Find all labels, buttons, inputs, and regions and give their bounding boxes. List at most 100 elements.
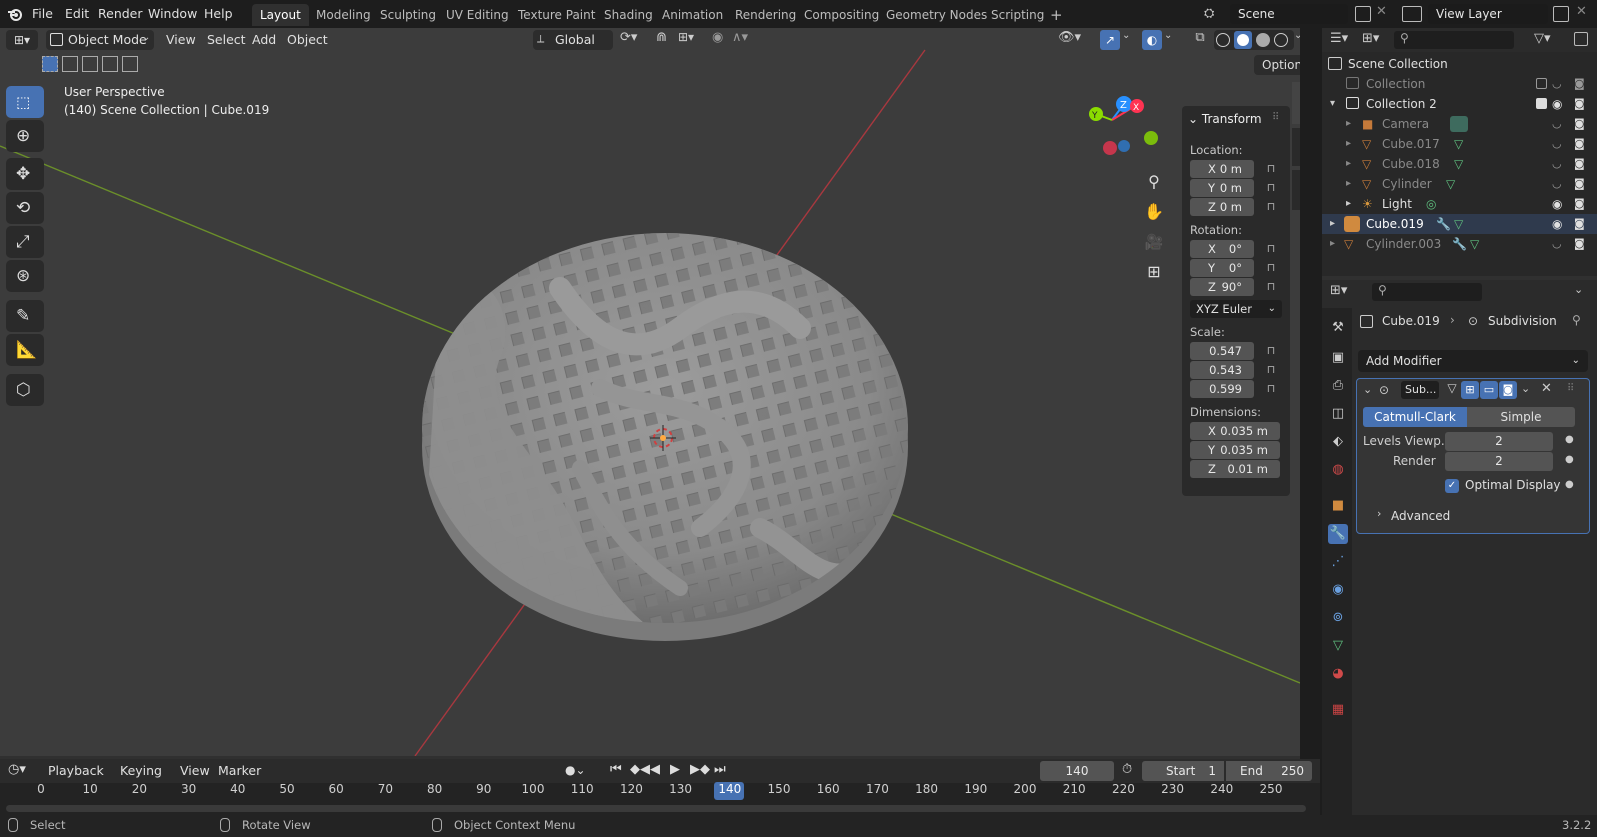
falloff-icon[interactable]: ∧▾	[732, 30, 758, 50]
tool-settings-tab-icon[interactable]: ⚒	[1328, 318, 1348, 338]
menu-file[interactable]: File	[32, 4, 53, 24]
tab-shading[interactable]: Shading	[596, 4, 661, 26]
camera-render-icon[interactable]: ◙	[1574, 194, 1585, 214]
levels-viewport-field[interactable]: 2	[1445, 432, 1553, 451]
object-tab-icon[interactable]: ■	[1328, 496, 1348, 516]
measure-tool[interactable]: 📐	[6, 334, 44, 366]
chevron-right-icon[interactable]: ▸	[1346, 194, 1351, 214]
timeline-menu-marker[interactable]: Marker	[218, 761, 261, 781]
editor-type-icon[interactable]: ⊞▾	[6, 30, 38, 50]
properties-search-input[interactable]: ⚲	[1372, 283, 1482, 301]
tab-view[interactable]: View	[1292, 170, 1300, 210]
remove-scene-icon[interactable]: ✕	[1376, 4, 1387, 19]
camera-render-icon[interactable]: ◙	[1574, 134, 1585, 154]
physics-tab-icon[interactable]: ◉	[1328, 580, 1348, 600]
scale-z-field[interactable]: 0.599	[1190, 380, 1254, 398]
breadcrumb-modifier[interactable]: Subdivision	[1488, 314, 1557, 328]
outliner-row-cube-019[interactable]: ▸ Cube.019 🔧 ▽ ◉ ◙	[1322, 214, 1597, 234]
optimal-display-checkbox[interactable]: ✓	[1445, 479, 1459, 493]
drag-handle-icon[interactable]: ⠿	[1567, 383, 1574, 394]
filter-icon[interactable]: ▽▾	[1534, 31, 1551, 46]
outliner-row-cube-018[interactable]: ▸ ▽ Cube.018 ▽ ◡ ◙	[1322, 154, 1597, 174]
viewport-display-toggle-icon[interactable]: ▭	[1480, 381, 1498, 399]
scale-x-field[interactable]: 0.547	[1190, 342, 1254, 360]
viewport-menu-select[interactable]: Select	[207, 30, 246, 50]
breadcrumb-object[interactable]: Cube.019	[1382, 314, 1440, 328]
mesh-data-icon[interactable]: ▽	[1446, 174, 1455, 194]
orientation-dropdown[interactable]: ⟂ Global	[533, 30, 613, 50]
rotation-mode-dropdown[interactable]: XYZ Euler ⌄	[1190, 300, 1282, 318]
eye-icon[interactable]: ◉	[1552, 94, 1562, 114]
tab-tool[interactable]: Tool	[1292, 128, 1300, 166]
viewport-menu-object[interactable]: Object	[287, 30, 328, 50]
exclude-checkbox[interactable]	[1536, 78, 1547, 89]
viewport-menu-view[interactable]: View	[166, 30, 196, 50]
overlays-dropdown-icon[interactable]: ⌄	[1164, 30, 1176, 50]
blender-logo-icon[interactable]	[6, 5, 24, 23]
tab-sculpting[interactable]: Sculpting	[372, 4, 444, 26]
tab-item[interactable]: Item	[1292, 82, 1300, 124]
zoom-icon[interactable]: ⚲	[1140, 168, 1168, 196]
outliner-editor-icon[interactable]: ☰▾	[1330, 31, 1348, 46]
xray-icon[interactable]: ⧉	[1190, 30, 1210, 50]
snap-target-icon[interactable]: ⊞▾	[678, 30, 704, 50]
eye-closed-icon[interactable]: ◡	[1552, 134, 1562, 154]
tab-modeling[interactable]: Modeling	[308, 4, 379, 26]
outliner-row-cube-017[interactable]: ▸ ▽ Cube.017 ▽ ◡ ◙	[1322, 134, 1597, 154]
advanced-subpanel-header[interactable]: Advanced	[1391, 509, 1450, 523]
rotate-tool[interactable]: ⟲	[6, 192, 44, 224]
chevron-right-icon[interactable]: ▸	[1346, 114, 1351, 134]
wrench-modifier-icon[interactable]: 🔧	[1452, 234, 1467, 254]
scene-icon[interactable]: ⛭	[1204, 4, 1228, 24]
lock-icon[interactable]: ⊓	[1264, 261, 1278, 275]
rendered-shading-icon[interactable]	[1274, 33, 1288, 47]
keyframe-dot-icon[interactable]: ●	[1565, 454, 1574, 465]
camera-render-icon[interactable]: ◙	[1574, 174, 1585, 194]
jump-end-icon[interactable]: ⏭	[714, 762, 726, 777]
remove-view-layer-icon[interactable]: ✕	[1576, 4, 1587, 19]
edit-mode-toggle-icon[interactable]: ▽	[1443, 381, 1461, 399]
chevron-down-icon[interactable]: ⌄	[1574, 283, 1583, 296]
dimensions-x-field[interactable]: X 0.035 m	[1190, 422, 1280, 440]
rotation-z-field[interactable]: Z 90°	[1190, 278, 1254, 296]
chevron-right-icon[interactable]: ▸	[1346, 174, 1351, 194]
tab-geometry-nodes[interactable]: Geometry Nodes	[878, 4, 995, 26]
select-box-tool[interactable]: ⬚	[6, 86, 44, 118]
visibility-icon[interactable]: 👁▾	[1058, 30, 1088, 50]
tab-texture-paint[interactable]: Texture Paint	[510, 4, 603, 26]
ortho-grid-icon[interactable]: ⊞	[1140, 258, 1168, 286]
select-subtract-icon[interactable]	[82, 56, 98, 72]
pan-hand-icon[interactable]: ✋	[1140, 198, 1168, 226]
output-tab-icon[interactable]: ⎙	[1328, 376, 1348, 396]
select-new-icon[interactable]	[42, 56, 58, 72]
dimensions-y-field[interactable]: Y 0.035 m	[1190, 441, 1280, 459]
particles-tab-icon[interactable]: ⋰	[1328, 552, 1348, 572]
properties-editor-icon[interactable]: ⊞▾	[1330, 283, 1347, 298]
select-extend-icon[interactable]	[62, 56, 78, 72]
start-frame-field[interactable]: Start 1	[1142, 761, 1224, 781]
tab-animation[interactable]: Animation	[654, 4, 731, 26]
gizmo-dropdown-icon[interactable]: ⌄	[1122, 30, 1134, 50]
keyframe-dot-icon[interactable]: ●	[1565, 434, 1574, 445]
material-shading-icon[interactable]	[1256, 33, 1270, 47]
mode-dropdown[interactable]: Object Mode ⌄	[46, 30, 154, 50]
add-workspace-button[interactable]: +	[1042, 4, 1071, 26]
close-icon[interactable]: ✕	[1541, 381, 1552, 396]
add-modifier-dropdown[interactable]: Add Modifier ⌄	[1358, 350, 1588, 372]
timeline-editor-icon[interactable]: ◷▾	[8, 762, 26, 777]
chevron-right-icon[interactable]: ▸	[1330, 214, 1335, 234]
render-tab-icon[interactable]: ▣	[1328, 348, 1348, 368]
outliner-row-collection[interactable]: Collection ◡ ◙	[1322, 74, 1597, 94]
play-icon[interactable]: ▶	[670, 762, 680, 777]
render-levels-field[interactable]: 2	[1445, 452, 1553, 471]
chevron-down-icon[interactable]: ⌄	[1363, 383, 1372, 396]
add-cube-tool[interactable]: ⬡	[6, 374, 44, 406]
lock-icon[interactable]: ⊓	[1264, 280, 1278, 294]
location-x-field[interactable]: X0 m	[1190, 160, 1254, 178]
menu-render[interactable]: Render	[98, 4, 143, 24]
current-frame-field[interactable]: 140	[1040, 761, 1114, 781]
proportional-edit-icon[interactable]: ◉	[712, 30, 728, 50]
jump-start-icon[interactable]: ⏮	[610, 762, 622, 777]
scene-field[interactable]: Scene	[1230, 4, 1348, 24]
solid-shading-button[interactable]	[1234, 31, 1252, 49]
